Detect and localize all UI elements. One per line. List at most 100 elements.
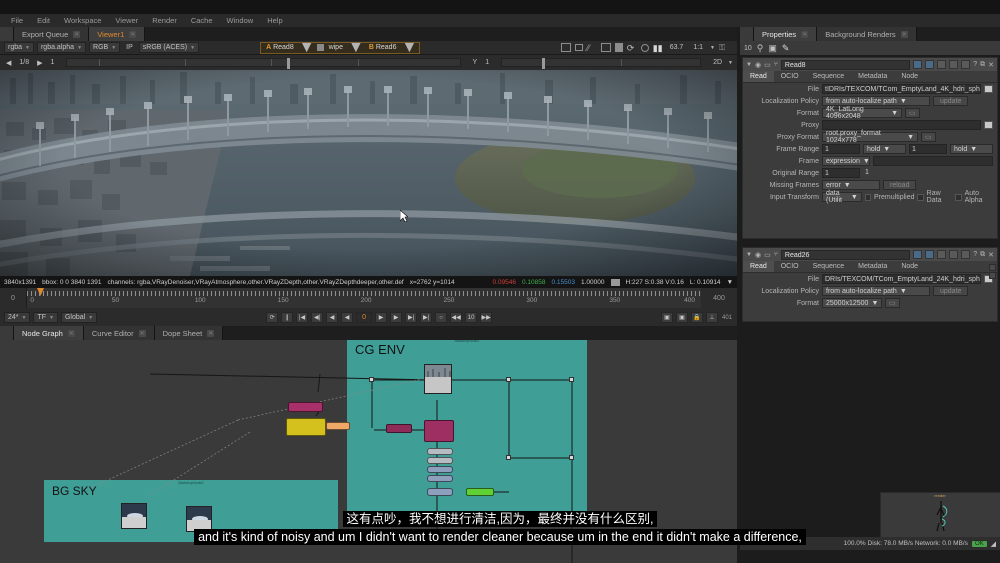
zoom-level[interactable]: 63.7	[667, 44, 687, 51]
properties-scroll-buttons[interactable]	[989, 264, 996, 319]
tab-viewer1[interactable]: Viewer1 ✕	[89, 27, 146, 41]
panel-grip-icon[interactable]	[0, 27, 14, 41]
swatch-button-1[interactable]	[913, 60, 923, 69]
gain-icon[interactable]	[614, 43, 623, 52]
slider-knob[interactable]	[286, 58, 290, 69]
frame-mode-dropdown[interactable]: expression ▼	[822, 156, 870, 166]
fit-window-icon[interactable]	[560, 43, 571, 52]
chevron-down-icon[interactable]: ▼	[727, 279, 733, 286]
undo-icon[interactable]	[937, 60, 947, 69]
tab-curve-editor[interactable]: Curve Editor ✕	[83, 326, 155, 340]
menu-item-workspace[interactable]: Workspace	[57, 14, 108, 27]
node-stack-2[interactable]	[427, 457, 453, 464]
close-icon[interactable]: ✕	[988, 61, 994, 69]
frame-range-before-dropdown[interactable]: hold ▼	[863, 144, 906, 154]
exposure-slider[interactable]	[66, 58, 461, 69]
float-icon[interactable]: ⧉	[980, 251, 985, 259]
tab-background-renders[interactable]: Background Renders ✕	[817, 27, 917, 41]
lock-range-icon[interactable]: 🔒	[691, 312, 704, 323]
file-path-field[interactable]: tIDRIs/TEXCOM/TCom_EmptyLand_4K_hdri_sph…	[822, 84, 981, 94]
node-tab-ocio[interactable]: OCIO	[774, 71, 806, 82]
scroll-up-icon[interactable]	[989, 264, 996, 271]
disable-icon[interactable]: ◉	[755, 61, 761, 69]
prev-proxy-icon[interactable]: ◀	[4, 59, 13, 67]
file-path-field[interactable]: DRIs/TEXCOM/TCom_EmptyLand_24K_hdri_sphe…	[822, 274, 981, 284]
pixel-analyzer-icon[interactable]: ⁄⁄	[587, 43, 597, 53]
viewer-image-canvas[interactable]	[0, 70, 737, 276]
close-icon[interactable]: ✕	[73, 30, 81, 38]
node-stack-3[interactable]	[427, 466, 453, 473]
swatch-button-1[interactable]	[913, 250, 923, 259]
node-tab-sequence[interactable]: Sequence	[806, 71, 852, 82]
menu-item-cache[interactable]: Cache	[184, 14, 220, 27]
close-icon[interactable]: ✕	[900, 30, 908, 38]
next-proxy-icon[interactable]: ▶	[35, 59, 44, 67]
connection-dot[interactable]	[569, 377, 574, 382]
color-picker-icon[interactable]: ⑂	[774, 251, 778, 258]
panel-grip-icon[interactable]	[740, 27, 754, 41]
chevron-down-icon[interactable]: ▼	[710, 45, 715, 51]
node-tab-node[interactable]: Node	[894, 261, 925, 272]
fast-forward-icon[interactable]: ▶▶	[480, 312, 493, 323]
scope-selector[interactable]: Global ▼	[60, 312, 98, 323]
proxy-path-field[interactable]	[822, 120, 981, 130]
fast-rewind-icon[interactable]: ◀◀	[450, 312, 463, 323]
gamma-slider[interactable]	[501, 58, 702, 69]
mask-icon[interactable]: ▭	[764, 251, 771, 259]
update-button[interactable]: update	[933, 286, 969, 296]
frame-range-start-field[interactable]: 1	[822, 144, 860, 154]
localization-policy-dropdown[interactable]: from auto-localize path ▼	[822, 286, 930, 296]
connection-dot[interactable]	[506, 377, 511, 382]
node-stack-5[interactable]	[427, 488, 453, 496]
redo-icon[interactable]	[949, 60, 959, 69]
proxy-level-label[interactable]: 1/8	[17, 59, 31, 66]
input-transform-dropdown[interactable]: data (Utilit ▼	[822, 190, 862, 204]
play-backward-icon[interactable]: ◀	[326, 312, 339, 323]
update-button[interactable]: update	[933, 96, 969, 106]
swatch-button-2[interactable]	[925, 250, 935, 259]
format-menu-button[interactable]: ▭	[905, 108, 920, 118]
first-frame-icon[interactable]: |◀	[296, 312, 309, 323]
roi-icon[interactable]	[600, 43, 611, 52]
node-stack-1[interactable]	[427, 448, 453, 455]
channel-selector[interactable]: rgba ▼	[4, 42, 34, 53]
close-icon[interactable]: ✕	[67, 329, 75, 337]
pin-icon[interactable]: ⚲	[757, 43, 764, 54]
alpha-channel-selector[interactable]: rgba.alpha ▼	[36, 42, 87, 53]
chevron-down-icon[interactable]: ▼	[728, 60, 733, 66]
playhead-icon[interactable]	[37, 288, 45, 296]
premultiplied-checkbox[interactable]	[864, 193, 872, 201]
node-grade-small[interactable]	[386, 424, 412, 433]
chevron-down-icon[interactable]: ▼	[401, 39, 417, 57]
tab-export-queue[interactable]: Export Queue ✕	[14, 27, 90, 41]
reload-button[interactable]: reload	[883, 180, 917, 190]
node-tab-node[interactable]: Node	[894, 71, 925, 82]
swatch-button-2[interactable]	[925, 60, 935, 69]
node-tab-metadata[interactable]: Metadata	[851, 71, 894, 82]
frame-field[interactable]: 1	[49, 59, 57, 66]
copy-icon[interactable]	[961, 250, 971, 259]
timeline-ruler[interactable]: 0 50 100 150 200 250 300 350 400	[26, 288, 701, 308]
in-point-icon[interactable]: ▣	[661, 312, 674, 323]
connection-dot[interactable]	[569, 455, 574, 460]
current-frame-field[interactable]: 0	[356, 312, 373, 323]
ip-toggle[interactable]: IP	[123, 44, 136, 51]
close-icon[interactable]: ✕	[801, 30, 809, 38]
mask-icon[interactable]: ▭	[764, 61, 771, 69]
node-yellow-left[interactable]	[286, 418, 326, 436]
refresh-icon[interactable]: ⟳	[627, 43, 637, 53]
node-tab-read[interactable]: Read	[743, 71, 774, 82]
node-name-field[interactable]: Read8	[780, 59, 911, 70]
frame-increment-field[interactable]: 10	[465, 312, 478, 323]
prev-keyframe-icon[interactable]: ◀|	[311, 312, 324, 323]
input-b-selector[interactable]: B Read6	[366, 44, 400, 51]
node-orange-dot[interactable]	[326, 422, 350, 430]
next-keyframe-icon[interactable]: ▶|	[405, 312, 418, 323]
folder-icon[interactable]	[984, 121, 993, 129]
fps-selector[interactable]: 24* ▼	[4, 312, 31, 323]
tab-properties[interactable]: Properties ✕	[754, 27, 818, 41]
format-dropdown[interactable]: 25000x12500 ▼	[822, 298, 882, 308]
node-magenta-left[interactable]	[288, 402, 323, 412]
out-point-icon[interactable]: ▣	[676, 312, 689, 323]
menu-item-window[interactable]: Window	[220, 14, 261, 27]
